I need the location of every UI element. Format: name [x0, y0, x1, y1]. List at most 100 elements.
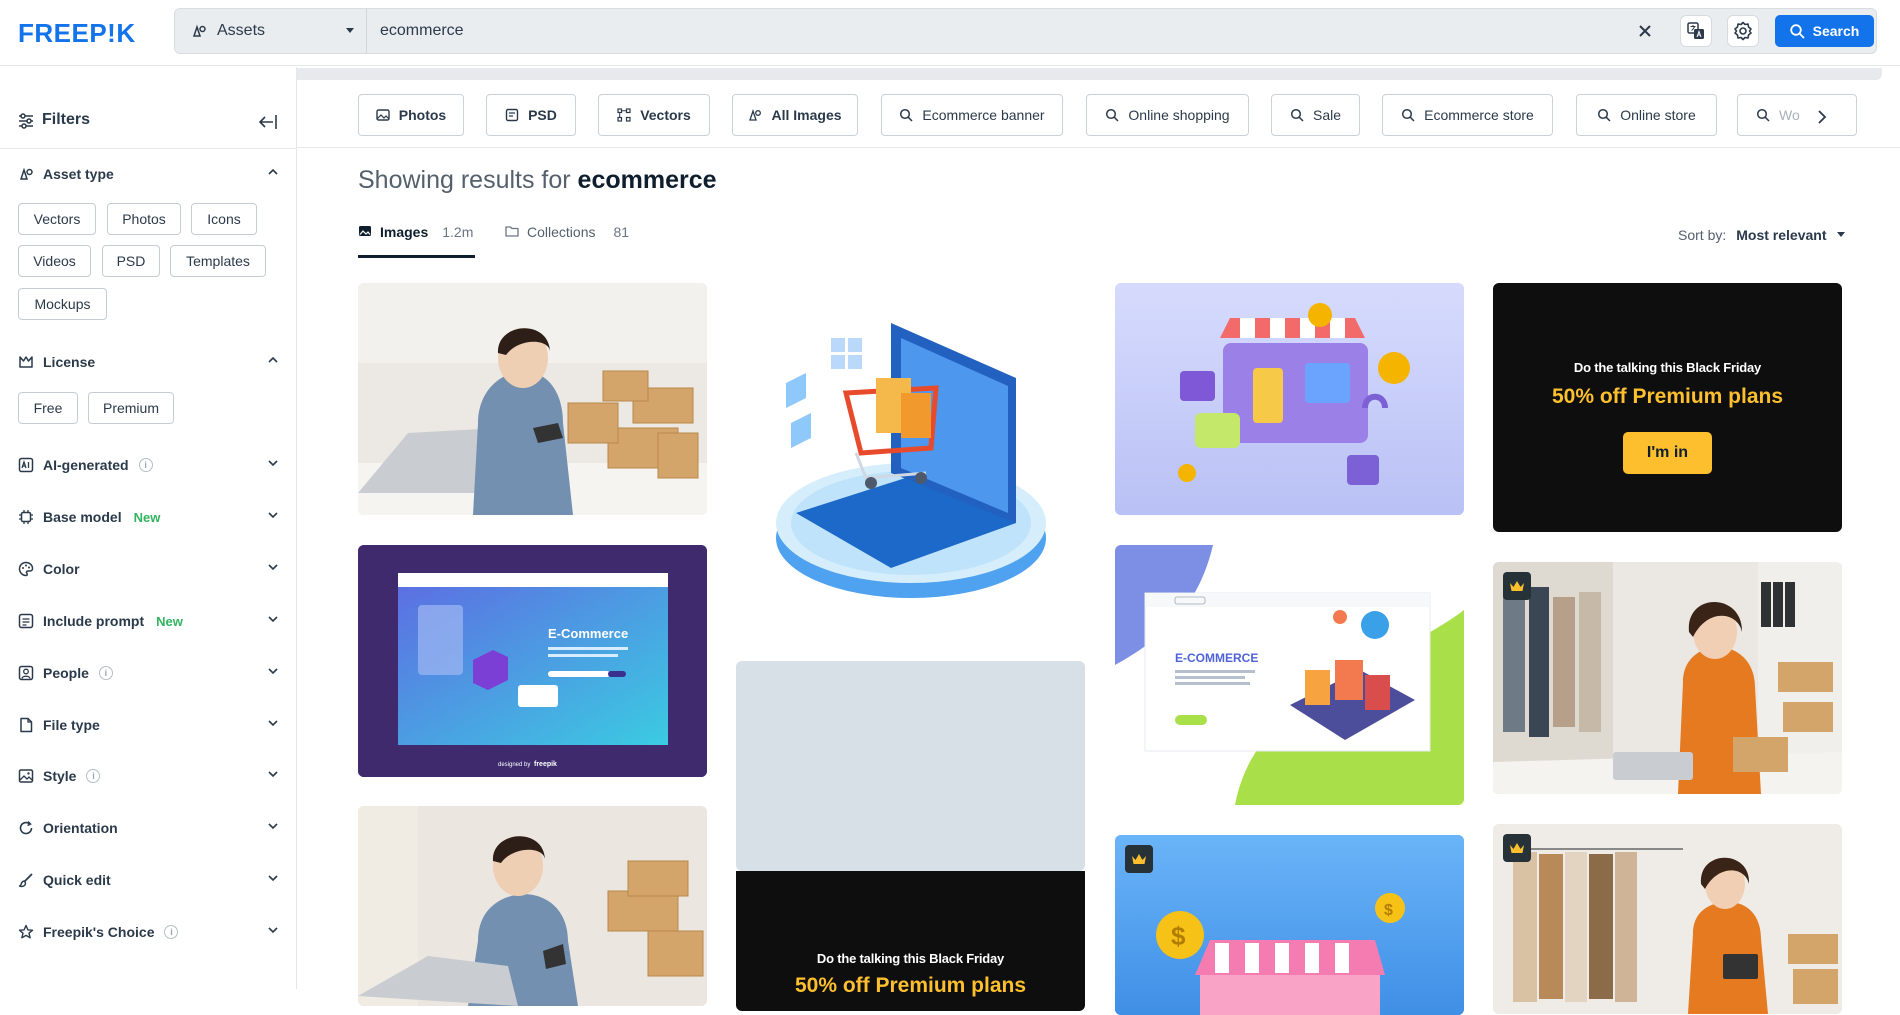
promo-line1: Do the talking this Black Friday	[1573, 360, 1762, 375]
chip-photos[interactable]: Photos	[358, 94, 464, 136]
filter-style[interactable]: Style i	[18, 766, 278, 786]
premium-crown-badge	[1503, 834, 1531, 862]
premium-crown-badge	[1125, 845, 1153, 873]
chevron-down-icon	[268, 874, 278, 882]
chip-truncated[interactable]: Wo	[1737, 94, 1857, 136]
chip-icon	[18, 509, 34, 525]
result-card-photo-woman-tablet[interactable]	[1493, 824, 1842, 1014]
translate-icon	[1687, 22, 1705, 40]
promo-card-top[interactable]: Do the talking this Black Friday 50% off…	[1493, 283, 1842, 532]
landing-title: E-Commerce	[548, 626, 628, 641]
filter-color[interactable]: Color	[18, 559, 278, 579]
info-icon[interactable]: i	[98, 666, 113, 680]
photo-icon	[376, 108, 390, 122]
filter-quick-edit[interactable]: Quick edit	[18, 870, 278, 890]
result-card-ecommerce-web[interactable]: E-COMMERCE	[1115, 545, 1464, 805]
assets-icon	[191, 23, 207, 39]
chip-label: Vectors	[640, 107, 691, 123]
license-header[interactable]: License	[18, 352, 278, 372]
translate-button[interactable]	[1680, 15, 1712, 47]
chevron-down-icon	[268, 459, 278, 467]
chip-vectors[interactable]: Vectors	[598, 94, 710, 136]
asset-type-label: Assets	[217, 22, 266, 39]
filter-people[interactable]: People i	[18, 663, 278, 683]
chip-sale[interactable]: Sale	[1271, 94, 1360, 136]
result-card-photo-woman-laptop[interactable]	[358, 283, 707, 515]
result-card-shop-3d[interactable]	[1115, 283, 1464, 515]
new-badge: New	[133, 509, 161, 525]
collapse-sidebar-icon[interactable]	[258, 113, 278, 131]
chevron-down-icon	[268, 563, 278, 571]
info-icon[interactable]: i	[164, 925, 179, 939]
chips-next-button[interactable]	[1807, 102, 1837, 132]
filter-file-type[interactable]: File type	[18, 715, 278, 735]
chip-online-shopping[interactable]: Online shopping	[1086, 94, 1249, 136]
search-input[interactable]	[380, 9, 1580, 53]
filter-base-model[interactable]: Base model New	[18, 507, 278, 527]
promo-line1: Do the talking this Black Friday	[816, 951, 1005, 966]
filter-chip-videos[interactable]: Videos	[18, 245, 91, 277]
filter-label: Color	[43, 561, 80, 577]
tab-count: 81	[613, 224, 630, 240]
asset-type-label: Asset type	[43, 166, 114, 182]
freepik-logo[interactable]: FREEP!K	[18, 20, 174, 46]
filter-chip-mockups[interactable]: Mockups	[18, 288, 107, 320]
search-button[interactable]: Search	[1775, 15, 1874, 47]
search-icon	[899, 108, 913, 122]
chevron-down-icon	[268, 615, 278, 623]
sort-dropdown[interactable]: Sort by: Most relevant	[1678, 227, 1845, 243]
chip-ecommerce-store[interactable]: Ecommerce store	[1382, 94, 1553, 136]
caret-down-icon	[1836, 232, 1845, 238]
search-icon	[1756, 108, 1770, 122]
result-card-placeholder[interactable]	[736, 661, 1085, 871]
people-icon	[18, 665, 34, 681]
search-button-label: Search	[1812, 23, 1860, 39]
filter-chip-premium[interactable]: Premium	[88, 392, 174, 424]
filter-ai-generated[interactable]: AI-generated i	[18, 455, 278, 475]
file-icon	[18, 717, 34, 733]
svg-text:FREEP!K: FREEP!K	[18, 20, 136, 46]
chip-psd[interactable]: PSD	[486, 94, 576, 136]
filter-include-prompt[interactable]: Include prompt New	[18, 611, 278, 631]
premium-crown-badge	[1503, 572, 1531, 600]
shop-3d-illustration	[1115, 283, 1464, 515]
settings-button[interactable]	[1727, 15, 1759, 47]
filter-freepiks-choice[interactable]: Freepik's Choice i	[18, 922, 278, 942]
filter-label: Quick edit	[43, 872, 111, 888]
asset-type-select[interactable]: Assets	[175, 9, 367, 53]
filter-chip-templates[interactable]: Templates	[170, 245, 266, 277]
filter-chip-psd[interactable]: PSD	[102, 245, 160, 277]
search-icon	[1401, 108, 1415, 122]
filters-header: Filters	[0, 97, 296, 149]
promo-cta-button[interactable]: I'm in	[1623, 432, 1712, 474]
result-card-photo-woman-phone[interactable]	[358, 806, 707, 1006]
related-chips-bar: Photos PSD Vectors All Images Ecommerce …	[297, 80, 1900, 148]
chip-label: Wo	[1779, 107, 1800, 123]
info-icon[interactable]: i	[86, 769, 101, 783]
assets-icon	[18, 166, 34, 182]
chip-all-images[interactable]: All Images	[732, 94, 858, 136]
tab-images[interactable]: Images 1.2m	[358, 224, 476, 258]
result-card-laptop-cart[interactable]	[736, 283, 1085, 623]
license-icon	[18, 354, 34, 370]
filter-chip-icons[interactable]: Icons	[191, 203, 257, 235]
info-icon[interactable]: i	[138, 458, 153, 472]
asset-type-header[interactable]: Asset type	[18, 164, 278, 184]
filter-chip-photos[interactable]: Photos	[107, 203, 181, 235]
chevron-right-icon	[1817, 110, 1827, 124]
chevron-down-icon	[346, 28, 354, 34]
tab-collections[interactable]: Collections 81	[505, 224, 629, 258]
result-card-ecommerce-landing[interactable]: E-Commerce designed by freepik	[358, 545, 707, 777]
landing-page-thumbnail: E-Commerce designed by freepik	[358, 545, 707, 777]
chip-label: Ecommerce banner	[922, 107, 1045, 123]
chevron-up-icon	[268, 356, 278, 364]
result-card-shop-coins[interactable]: $ $	[1115, 835, 1464, 1015]
filter-chip-free[interactable]: Free	[18, 392, 78, 424]
chip-ecommerce-banner[interactable]: Ecommerce banner	[881, 94, 1063, 136]
result-card-photo-woman-clothes[interactable]	[1493, 562, 1842, 794]
chip-online-store[interactable]: Online store	[1576, 94, 1717, 136]
filter-chip-vectors[interactable]: Vectors	[18, 203, 96, 235]
promo-card-bottom[interactable]: Do the talking this Black Friday 50% off…	[736, 871, 1085, 1011]
filter-orientation[interactable]: Orientation	[18, 818, 278, 838]
clear-search-icon[interactable]	[1635, 21, 1655, 41]
